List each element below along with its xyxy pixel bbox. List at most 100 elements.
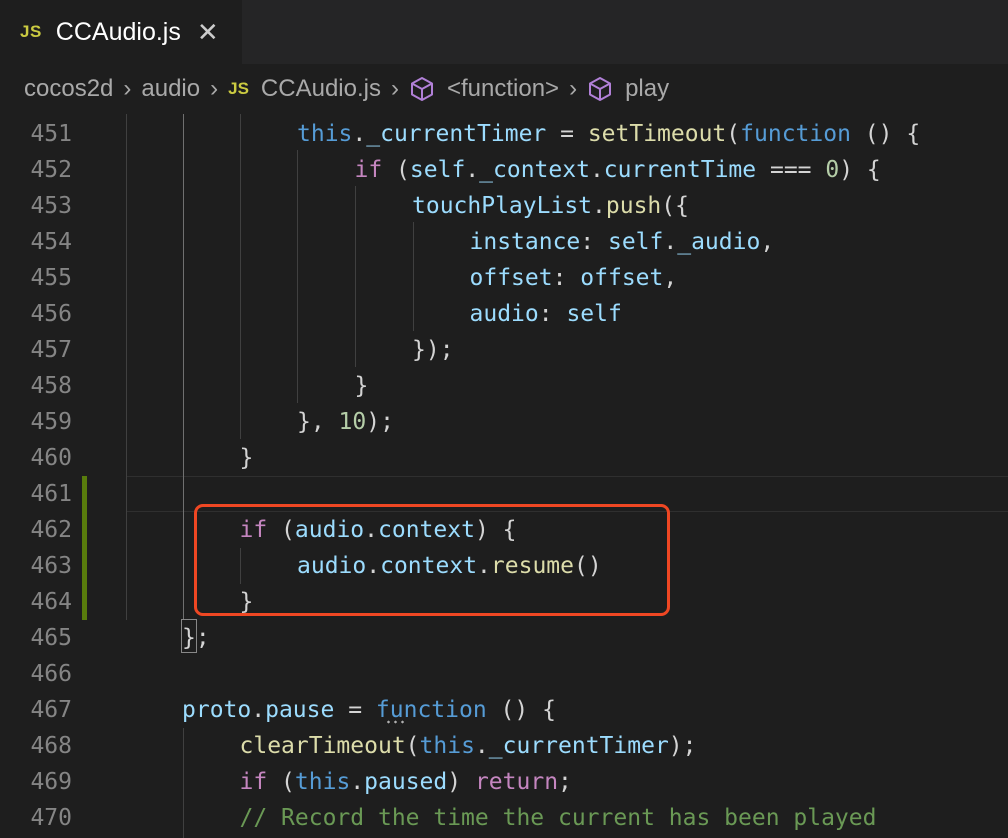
code-token: _currentTimer xyxy=(488,733,669,759)
line-number: 459 xyxy=(30,409,72,435)
code-editor[interactable]: 451 this._currentTimer = setTimeout(funct… xyxy=(0,114,1008,838)
code-token: ) { xyxy=(839,157,881,183)
breadcrumb-item-play[interactable]: play xyxy=(625,75,669,103)
breadcrumb-item-cocos2d[interactable]: cocos2d xyxy=(24,75,113,103)
code-token: . xyxy=(663,229,678,255)
code-line[interactable]: 454 instance: self._audio, xyxy=(0,224,1008,260)
code-token: . xyxy=(352,121,367,147)
close-icon[interactable]: ✕ xyxy=(197,19,219,45)
code-token: ( xyxy=(405,733,420,759)
code-line[interactable]: 457}); xyxy=(0,332,1008,368)
code-token: // Record the time the current has been … xyxy=(239,805,877,831)
tab-ccaudio-js[interactable]: JS CCAudio.js ✕ xyxy=(0,0,242,64)
code-token: === xyxy=(756,157,826,183)
code-token: 10 xyxy=(338,409,367,435)
js-file-icon: JS xyxy=(228,79,249,98)
breadcrumb-item-file[interactable]: CCAudio.js xyxy=(261,75,381,103)
code-token: this xyxy=(294,769,351,795)
code-line[interactable]: 460} xyxy=(0,440,1008,476)
code-token: ({ xyxy=(661,193,689,219)
chevron-right-icon: › xyxy=(569,75,578,102)
code-token: ); xyxy=(668,733,697,759)
code-text: touchPlayList.push({ xyxy=(412,188,689,224)
code-token: if xyxy=(239,769,268,795)
code-token: ; xyxy=(558,769,572,795)
cube-icon xyxy=(409,76,435,102)
code-line[interactable]: 455 offset: offset, xyxy=(0,260,1008,296)
chevron-right-icon: › xyxy=(123,75,132,102)
code-line[interactable]: 466 xyxy=(0,656,1008,692)
code-token: offset xyxy=(580,265,664,291)
code-token: () { xyxy=(486,697,556,723)
code-token: }, xyxy=(297,409,339,435)
code-line[interactable]: 452 if (self._context.currentTime === 0) … xyxy=(0,152,1008,188)
line-number: 452 xyxy=(30,157,72,183)
code-line[interactable]: 465}; xyxy=(0,620,1008,656)
code-line[interactable]: 458} xyxy=(0,368,1008,404)
cube-icon xyxy=(587,76,613,102)
code-line[interactable]: 456 audio: self xyxy=(0,296,1008,332)
line-number: 456 xyxy=(30,301,72,327)
code-token: () { xyxy=(850,121,921,147)
code-token: push xyxy=(605,193,662,219)
code-token: , xyxy=(760,229,775,255)
code-line[interactable]: 468 clearTimeout(this._currentTimer); xyxy=(0,728,1008,764)
code-token: ); xyxy=(366,409,394,435)
code-text: instance: self._audio, xyxy=(470,224,775,260)
code-text: }); xyxy=(412,332,454,368)
line-number: 468 xyxy=(30,733,72,759)
line-number: 462 xyxy=(30,517,72,543)
code-token: . xyxy=(251,697,266,723)
bracket-match-highlight xyxy=(181,619,197,653)
code-token: proto xyxy=(182,697,252,723)
code-line[interactable]: 453 touchPlayList.push({ xyxy=(0,188,1008,224)
code-line[interactable]: 451 this._currentTimer = setTimeout(funct… xyxy=(0,116,1008,152)
code-token: _currentTimer xyxy=(366,121,547,147)
code-text: clearTimeout(this._currentTimer); xyxy=(240,728,697,764)
code-token: instance xyxy=(469,229,581,255)
code-token: : xyxy=(552,265,581,291)
code-token: audio xyxy=(469,301,539,327)
code-token: . xyxy=(474,733,489,759)
code-token: ( xyxy=(726,121,741,147)
code-token: ( xyxy=(382,157,410,183)
code-token: setTimeout xyxy=(587,121,727,147)
code-token: currentTime xyxy=(603,157,757,183)
chevron-right-icon: › xyxy=(210,75,219,102)
code-token: , xyxy=(663,265,678,291)
code-token: self xyxy=(607,229,664,255)
line-number: 455 xyxy=(30,265,72,291)
code-line[interactable]: 459}, 10); xyxy=(0,404,1008,440)
code-line[interactable]: 469 if (this.paused) return; xyxy=(0,764,1008,800)
code-token: . xyxy=(465,157,480,183)
line-number: 453 xyxy=(30,193,72,219)
code-text: if (this.paused) return; xyxy=(240,764,572,800)
line-number: 457 xyxy=(30,337,72,363)
code-token: this xyxy=(297,121,353,147)
breadcrumb-item-audio[interactable]: audio xyxy=(141,75,200,103)
line-number: 465 xyxy=(30,625,72,651)
highlight-box xyxy=(194,504,670,616)
code-token: self xyxy=(409,157,466,183)
code-text: offset: offset, xyxy=(470,260,678,296)
code-token: offset xyxy=(469,265,553,291)
code-text: } xyxy=(240,440,254,476)
breadcrumb-item-function[interactable]: <function> xyxy=(447,75,559,103)
line-number: 466 xyxy=(30,661,72,687)
code-token: clearTimeout xyxy=(239,733,406,759)
code-token: return xyxy=(474,769,559,795)
line-number: 469 xyxy=(30,769,72,795)
code-token: . xyxy=(592,193,606,219)
code-token: } xyxy=(239,445,254,471)
code-text: this._currentTimer = setTimeout(function… xyxy=(297,116,920,152)
code-text: } xyxy=(355,368,369,404)
code-token: paused xyxy=(364,769,448,795)
breadcrumb: cocos2d › audio › JS CCAudio.js › <funct… xyxy=(0,64,1008,114)
code-token: = xyxy=(546,121,588,147)
code-token: this xyxy=(419,733,475,759)
tab-title: CCAudio.js xyxy=(55,17,181,46)
code-token: 0 xyxy=(825,157,840,183)
code-line[interactable]: 470 // Record the time the current has be… xyxy=(0,800,1008,836)
js-file-icon: JS xyxy=(20,22,42,41)
code-line[interactable]: 467 proto.pause = function () { xyxy=(0,692,1008,728)
